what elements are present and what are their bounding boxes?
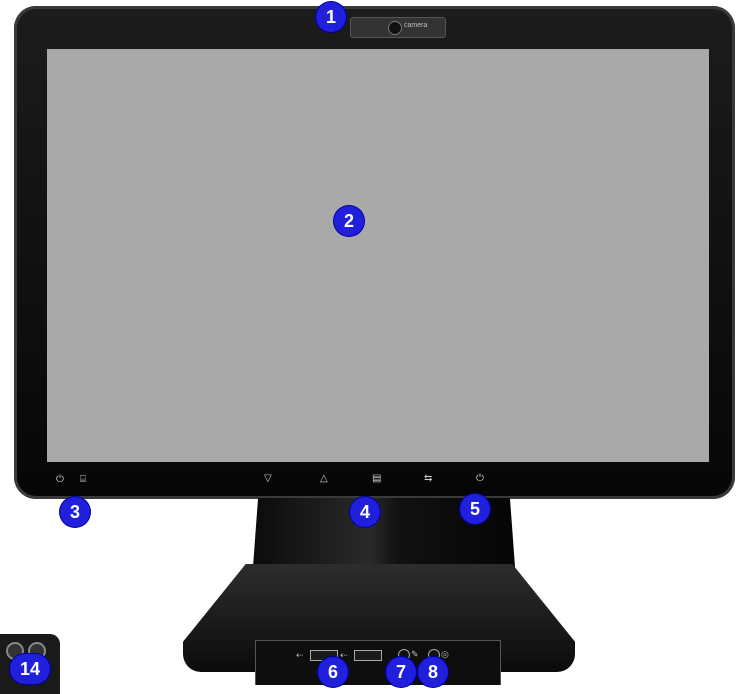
menu-button[interactable]: ▤ bbox=[372, 474, 381, 484]
callout-4: 4 bbox=[350, 497, 380, 527]
callout-2: 2 bbox=[334, 206, 364, 236]
port-panel: ⇠ ⇠ ✎ ◎ bbox=[255, 640, 501, 685]
hdd-led-icon: ⌸ bbox=[80, 474, 86, 485]
lcd-screen bbox=[47, 49, 709, 462]
side-inset-detail: 14 bbox=[0, 634, 60, 694]
webcam: camera bbox=[350, 17, 446, 38]
webcam-lens-icon bbox=[388, 21, 402, 35]
usb-port-2[interactable] bbox=[354, 650, 382, 661]
callout-5: 5 bbox=[460, 494, 490, 524]
callout-1: 1 bbox=[316, 2, 346, 32]
webcam-label: camera bbox=[404, 22, 428, 29]
callout-8: 8 bbox=[418, 657, 448, 687]
input-switch-button[interactable]: ⇆ bbox=[424, 474, 432, 484]
headphone-icon: ◎ bbox=[441, 649, 449, 659]
callout-7: 7 bbox=[386, 657, 416, 687]
down-button[interactable]: ▽ bbox=[264, 474, 272, 484]
power-button[interactable]: ⏻ bbox=[476, 474, 484, 484]
microphone-icon: ✎ bbox=[411, 649, 419, 659]
monitor-bezel: camera ⏻ ⌸ ▽ △ ▤ ⇆ ⏻ bbox=[14, 6, 735, 499]
up-button[interactable]: △ bbox=[320, 474, 328, 484]
usb-icon: ⇠ bbox=[296, 650, 304, 660]
callout-3: 3 bbox=[60, 497, 90, 527]
callout-6: 6 bbox=[318, 657, 348, 687]
callout-inset: 14 bbox=[10, 654, 50, 684]
power-led-icon: ⏻ bbox=[56, 474, 64, 485]
